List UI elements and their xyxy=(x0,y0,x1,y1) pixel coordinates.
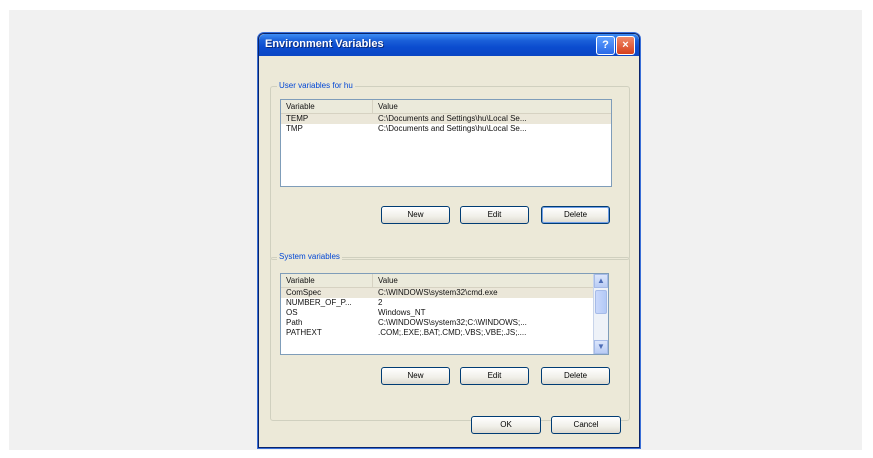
system-variables-group: System variables Variable Value ComSpec … xyxy=(270,252,630,421)
value-cell: C:\Documents and Settings\hu\Local Se... xyxy=(378,114,527,123)
variable-cell: Path xyxy=(286,318,303,327)
user-variables-label: User variables for hu xyxy=(277,81,355,90)
system-variables-list[interactable]: Variable Value ComSpec C:\WINDOWS\system… xyxy=(280,273,609,355)
scrollbar-thumb[interactable] xyxy=(595,290,607,314)
user-variables-list[interactable]: Variable Value TEMP C:\Documents and Set… xyxy=(280,99,612,187)
scroll-up-button[interactable]: ▲ xyxy=(594,274,608,288)
close-icon: × xyxy=(622,39,629,51)
cancel-button[interactable]: Cancel xyxy=(551,416,621,434)
system-delete-button[interactable]: Delete xyxy=(541,367,610,385)
list-header: Variable Value xyxy=(281,100,611,114)
list-row[interactable]: OS Windows_NT xyxy=(281,308,608,318)
column-header-value[interactable]: Value xyxy=(373,100,611,113)
value-cell: Windows_NT xyxy=(378,308,426,317)
scroll-down-button[interactable]: ▼ xyxy=(594,340,608,354)
user-edit-button[interactable]: Edit xyxy=(460,206,529,224)
list-row[interactable]: TMP C:\Documents and Settings\hu\Local S… xyxy=(281,124,611,134)
close-button[interactable]: × xyxy=(616,36,635,55)
value-cell: C:\Documents and Settings\hu\Local Se... xyxy=(378,124,527,133)
help-icon: ? xyxy=(602,39,609,51)
column-header-variable[interactable]: Variable xyxy=(281,100,373,113)
column-header-value[interactable]: Value xyxy=(373,274,594,287)
variable-cell: PATHEXT xyxy=(286,328,322,337)
user-variables-group: User variables for hu Variable Value TEM… xyxy=(270,81,630,260)
list-row[interactable]: NUMBER_OF_P... 2 xyxy=(281,298,608,308)
chevron-down-icon: ▼ xyxy=(597,342,605,351)
user-new-button[interactable]: New xyxy=(381,206,450,224)
environment-variables-dialog: Environment Variables ? × User variables… xyxy=(258,33,640,448)
dialog-title: Environment Variables xyxy=(265,38,384,50)
system-new-button[interactable]: New xyxy=(381,367,450,385)
variable-cell: ComSpec xyxy=(286,288,322,297)
system-variables-label: System variables xyxy=(277,252,342,261)
ok-button[interactable]: OK xyxy=(471,416,541,434)
value-cell: C:\WINDOWS\system32;C:\WINDOWS;... xyxy=(378,318,527,327)
help-button[interactable]: ? xyxy=(596,36,615,55)
list-row[interactable]: PATHEXT .COM;.EXE;.BAT;.CMD;.VBS;.VBE;.J… xyxy=(281,328,608,338)
user-delete-button[interactable]: Delete xyxy=(541,206,610,224)
variable-cell: TEMP xyxy=(286,114,309,123)
chevron-up-icon: ▲ xyxy=(597,276,605,285)
list-header: Variable Value xyxy=(281,274,608,288)
variable-cell: NUMBER_OF_P... xyxy=(286,298,352,307)
value-cell: C:\WINDOWS\system32\cmd.exe xyxy=(378,288,498,297)
list-row[interactable]: ComSpec C:\WINDOWS\system32\cmd.exe xyxy=(281,288,608,298)
title-bar[interactable]: Environment Variables ? × xyxy=(259,34,639,56)
vertical-scrollbar[interactable]: ▲ ▼ xyxy=(593,274,608,354)
value-cell: .COM;.EXE;.BAT;.CMD;.VBS;.VBE;.JS;.... xyxy=(378,328,527,337)
list-row[interactable]: TEMP C:\Documents and Settings\hu\Local … xyxy=(281,114,611,124)
system-edit-button[interactable]: Edit xyxy=(460,367,529,385)
list-row[interactable]: Path C:\WINDOWS\system32;C:\WINDOWS;... xyxy=(281,318,608,328)
column-header-variable[interactable]: Variable xyxy=(281,274,373,287)
variable-cell: OS xyxy=(286,308,298,317)
value-cell: 2 xyxy=(378,298,383,307)
variable-cell: TMP xyxy=(286,124,303,133)
